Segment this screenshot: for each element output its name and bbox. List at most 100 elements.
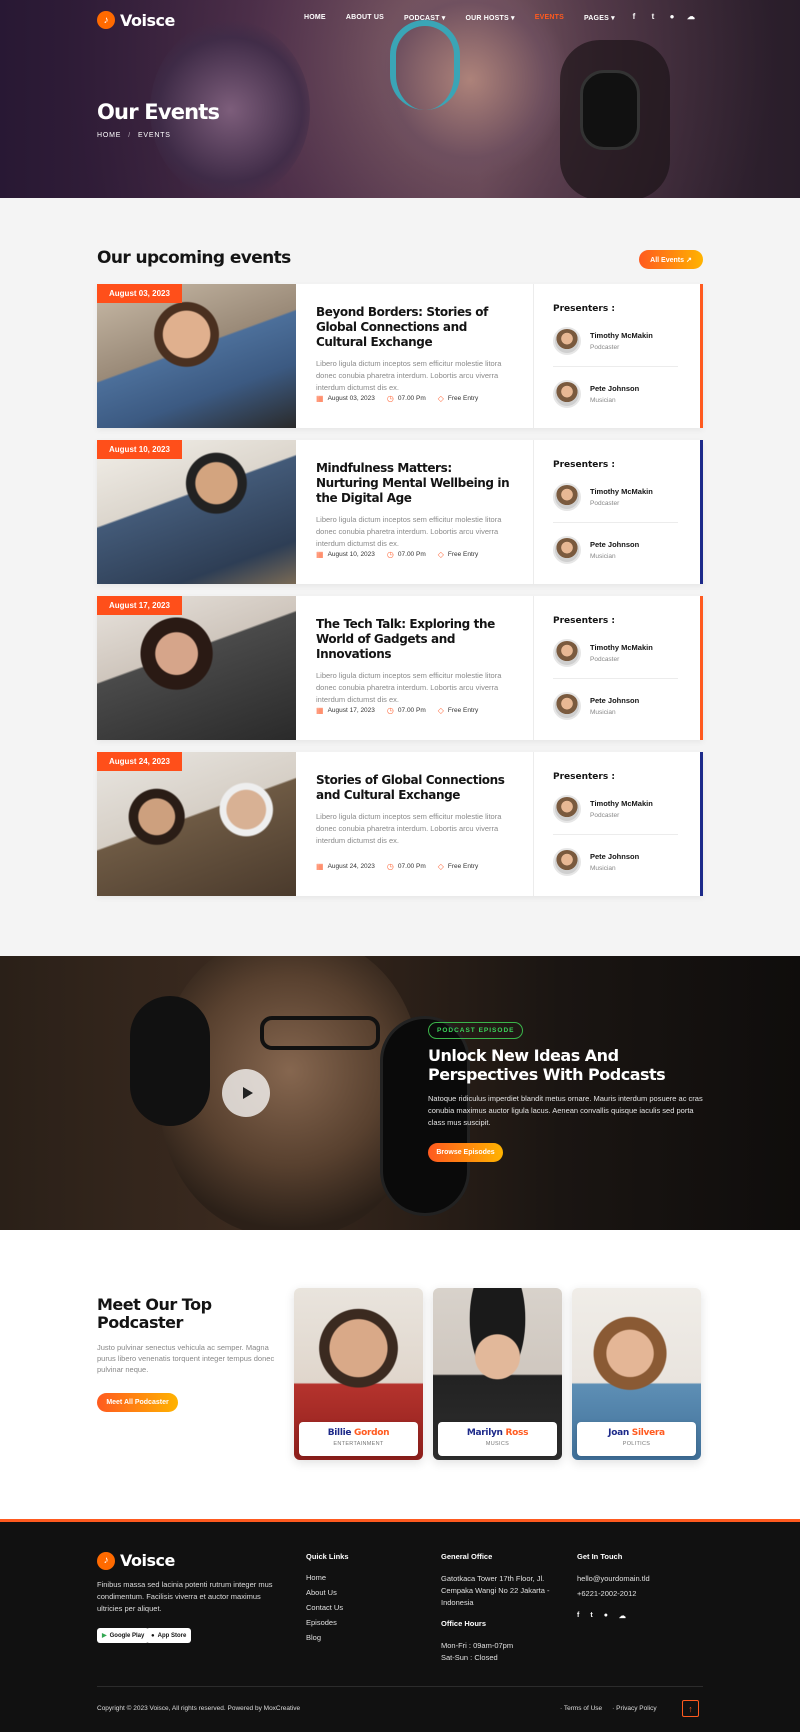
presenter-role: Podcaster: [590, 344, 620, 351]
privacy-link[interactable]: · Privacy Policy: [612, 1705, 656, 1712]
presenter-item[interactable]: Pete Johnson Musician: [553, 691, 685, 721]
event-presenters: Presenters : Timothy McMakin Podcaster Pe…: [553, 304, 685, 409]
event-card[interactable]: August 17, 2023 The Tech Talk: Exploring…: [97, 596, 703, 740]
hero-headphones: [390, 20, 460, 110]
meet-all-podcaster-button[interactable]: Meet All Podcaster: [97, 1393, 178, 1412]
event-title[interactable]: The Tech Talk: Exploring the World of Ga…: [316, 617, 516, 662]
calendar-icon: ▦: [316, 550, 324, 559]
event-entry: ◇ Free Entry: [437, 862, 479, 871]
footer-description: Finibus massa sed lacinia potenti rutrum…: [97, 1580, 273, 1613]
menu-item-about[interactable]: ABOUT US: [346, 14, 384, 22]
google-play-label: Google Play: [109, 1632, 145, 1639]
contact-email[interactable]: hello@yourdomain.tld: [577, 1573, 650, 1585]
logo[interactable]: ♪ Voisce: [97, 11, 175, 30]
presenter-name: Pete Johnson: [590, 696, 640, 705]
podcaster-last-name: Silvera: [631, 1428, 665, 1438]
arrow-up-icon: ↑: [688, 1703, 693, 1714]
event-title[interactable]: Beyond Borders: Stories of Global Connec…: [316, 305, 516, 350]
event-description: Libero ligula dictum inceptos sem effici…: [316, 359, 502, 392]
presenter-divider: [553, 522, 678, 523]
twitter-icon[interactable]: t: [649, 13, 657, 21]
google-play-badge[interactable]: ▶ Google Play: [97, 1628, 150, 1643]
menu-item-our-hosts[interactable]: OUR HOSTS ▾: [465, 14, 514, 22]
legal-links: · Terms of Use · Privacy Policy: [560, 1705, 657, 1712]
footer-link-blog[interactable]: Blog: [306, 1633, 349, 1642]
contact-phone[interactable]: +6221-2002-2012: [577, 1588, 650, 1600]
presenter-role: Musician: [590, 397, 616, 404]
podcaster-card[interactable]: Marilyn Ross MUSICS: [433, 1288, 562, 1460]
event-date: ▦ August 24, 2023: [316, 862, 375, 871]
event-date-badge: August 17, 2023: [97, 596, 182, 615]
back-to-top-button[interactable]: ↑: [682, 1700, 699, 1717]
play-button[interactable]: [222, 1069, 270, 1117]
footer-link-about[interactable]: About Us: [306, 1588, 349, 1597]
event-title[interactable]: Stories of Global Connections and Cultur…: [316, 773, 516, 803]
terms-link[interactable]: · Terms of Use: [560, 1705, 602, 1712]
all-events-button[interactable]: All Events ↗: [639, 250, 703, 269]
presenter-name: Pete Johnson: [590, 852, 640, 861]
presenter-item[interactable]: Pete Johnson Musician: [553, 379, 685, 409]
footer-contact: Get In Touch hello@yourdomain.tld +6221-…: [577, 1552, 650, 1620]
footer-link-contact[interactable]: Contact Us: [306, 1603, 349, 1612]
event-description: Libero ligula dictum inceptos sem effici…: [316, 515, 502, 548]
presenter-name: Timothy McMakin: [590, 331, 653, 340]
event-divider: [533, 596, 534, 740]
event-time: ◷ 07.00 Pm: [386, 862, 426, 871]
podcaster-card[interactable]: Billie Gordon ENTERTAINMENT: [294, 1288, 423, 1460]
event-card[interactable]: August 24, 2023 Stories of Global Connec…: [97, 752, 703, 896]
footer-quick-links: Quick Links Home About Us Contact Us Epi…: [306, 1552, 349, 1648]
browse-episodes-button[interactable]: Browse Episodes: [428, 1143, 503, 1162]
presenter-item[interactable]: Timothy McMakin Podcaster: [553, 326, 685, 356]
app-store-badge[interactable]: ● App Store: [146, 1628, 192, 1643]
facebook-icon[interactable]: f: [577, 1612, 579, 1620]
presenter-role: Podcaster: [590, 656, 620, 663]
podcaster-category: MUSICS: [485, 1441, 510, 1447]
play-icon: [242, 1087, 253, 1099]
podcaster-last-name: Gordon: [354, 1428, 390, 1438]
facebook-icon[interactable]: f: [630, 13, 638, 21]
dribbble-icon[interactable]: ●: [604, 1612, 608, 1620]
menu-item-home[interactable]: HOME: [304, 14, 326, 22]
google-play-icon: ▶: [102, 1633, 107, 1639]
menu-item-pages[interactable]: PAGES ▾: [584, 14, 615, 22]
event-meta: ▦ August 24, 2023 ◷ 07.00 Pm ◇ Free Entry: [316, 862, 478, 871]
breadcrumb-current: EVENTS: [137, 132, 171, 139]
presenter-role: Podcaster: [590, 812, 620, 819]
footer-link-episodes[interactable]: Episodes: [306, 1618, 349, 1627]
event-title[interactable]: Mindfulness Matters: Nurturing Mental We…: [316, 461, 516, 506]
avatar: [553, 639, 581, 667]
event-body: Beyond Borders: Stories of Global Connec…: [316, 305, 516, 394]
headphones-logo-icon: ♪: [97, 11, 115, 29]
contact-title: Get In Touch: [577, 1552, 623, 1561]
podcasters-title: Meet Our Top Podcaster: [97, 1295, 212, 1332]
presenter-item[interactable]: Pete Johnson Musician: [553, 535, 685, 565]
soundcloud-icon[interactable]: ☁: [619, 1612, 626, 1620]
twitter-icon[interactable]: t: [590, 1612, 592, 1620]
breadcrumb-home[interactable]: HOME: [97, 132, 121, 139]
presenter-item[interactable]: Timothy McMakin Podcaster: [553, 794, 685, 824]
presenter-name: Pete Johnson: [590, 384, 640, 393]
top-navigation: ♪ Voisce HOME ABOUT US PODCAST ▾ OUR HOS…: [97, 8, 703, 32]
avatar: [553, 848, 581, 876]
footer-link-home[interactable]: Home: [306, 1573, 349, 1582]
event-body: The Tech Talk: Exploring the World of Ga…: [316, 617, 516, 706]
presenter-item[interactable]: Timothy McMakin Podcaster: [553, 638, 685, 668]
event-meta: ▦ August 10, 2023 ◷ 07.00 Pm ◇ Free Entry: [316, 550, 478, 559]
presenter-item[interactable]: Timothy McMakin Podcaster: [553, 482, 685, 512]
event-card[interactable]: August 03, 2023 Beyond Borders: Stories …: [97, 284, 703, 428]
logo-text: Voisce: [120, 10, 175, 30]
video-glasses: [260, 1016, 380, 1050]
menu-item-events[interactable]: EVENTS: [535, 14, 564, 22]
footer-logo[interactable]: ♪ Voisce: [97, 1551, 175, 1570]
podcaster-first-name: Billie: [327, 1428, 352, 1438]
dribbble-icon[interactable]: ●: [668, 13, 676, 21]
calendar-icon: ▦: [316, 862, 324, 871]
podcasters-description: Justo pulvinar senectus vehicula ac semp…: [97, 1343, 275, 1374]
event-date: ▦ August 17, 2023: [316, 706, 375, 715]
soundcloud-icon[interactable]: ☁: [687, 13, 695, 21]
podcaster-card[interactable]: Joan Silvera POLITICS: [572, 1288, 701, 1460]
event-card[interactable]: August 10, 2023 Mindfulness Matters: Nur…: [97, 440, 703, 584]
menu-item-podcast[interactable]: PODCAST ▾: [404, 14, 445, 22]
presenter-role: Musician: [590, 553, 616, 560]
presenter-item[interactable]: Pete Johnson Musician: [553, 847, 685, 877]
